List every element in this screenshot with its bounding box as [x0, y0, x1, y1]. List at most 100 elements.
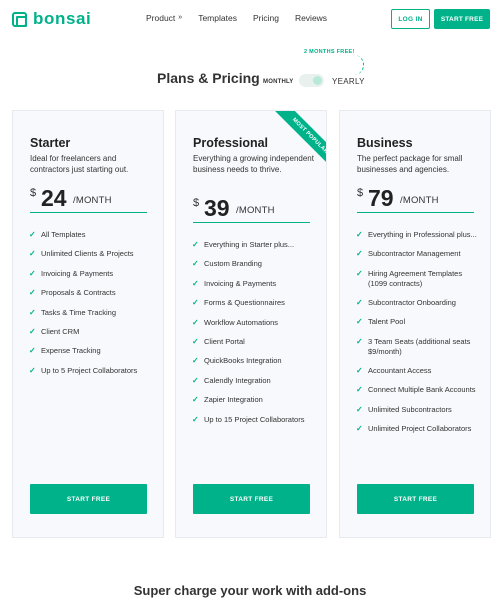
nav-item-reviews[interactable]: Reviews: [295, 13, 327, 23]
chevron-down-icon: »: [178, 13, 183, 21]
price-currency: $: [30, 187, 37, 199]
feature-item: ✓ QuickBooks Integration: [192, 356, 316, 366]
check-icon: ✓: [192, 336, 199, 346]
check-icon: ✓: [192, 356, 199, 366]
check-icon: ✓: [356, 230, 363, 239]
check-icon: ✓: [192, 375, 199, 385]
start-free-button[interactable]: START FREE: [193, 484, 310, 514]
nav-item-product[interactable]: Product »: [146, 13, 182, 23]
start-free-button[interactable]: START FREE: [434, 9, 490, 29]
price-currency: $: [357, 187, 364, 199]
feature-item: ✓ All Templates: [29, 230, 153, 240]
plan-price: $ 79 /MONTH: [357, 185, 474, 213]
nav-item-label: Product: [146, 13, 176, 23]
feature-text: Zapier Integration: [204, 395, 263, 405]
feature-item: ✓ Unlimited Clients & Projects: [29, 249, 153, 259]
plan-description: The perfect package for small businesses…: [357, 154, 463, 174]
billing-toggle[interactable]: [299, 74, 324, 87]
feature-text: Tasks & Time Tracking: [41, 307, 117, 317]
feature-text: Client Portal: [204, 336, 245, 346]
check-icon: ✓: [29, 307, 36, 317]
check-icon: ✓: [356, 365, 363, 375]
toggle-knob: [313, 76, 322, 85]
nav-item-label: Reviews: [294, 13, 328, 23]
feature-item: ✓ Client CRM: [29, 327, 153, 337]
feature-text: Forms & Questionnaires: [204, 298, 285, 308]
nav-item-templates[interactable]: Templates: [198, 13, 237, 23]
check-icon: ✓: [29, 249, 36, 259]
feature-item: ✓ Up to 5 Project Collaborators: [29, 366, 153, 376]
check-icon: ✓: [356, 268, 363, 278]
feature-item: ✓ Invoicing & Payments: [29, 269, 153, 279]
feature-text: Subcontractor Management: [368, 249, 461, 259]
feature-text: Unlimited Subcontractors: [368, 404, 452, 414]
feature-item: ✓ Custom Branding: [192, 259, 316, 269]
start-free-button[interactable]: START FREE: [30, 484, 147, 514]
check-icon: ✓: [356, 404, 363, 414]
check-icon: ✓: [192, 298, 199, 308]
check-icon: ✓: [29, 288, 36, 298]
feature-item: ✓ Subcontractor Onboarding: [356, 298, 480, 308]
plan-price: $ 24 /MONTH: [30, 185, 147, 213]
check-icon: ✓: [29, 268, 36, 278]
nav-item-label: Pricing: [252, 13, 279, 23]
bonsai-logo-icon: [12, 11, 27, 27]
nav-item-label: Templates: [198, 13, 237, 23]
check-icon: ✓: [356, 424, 363, 434]
feature-text: Expense Tracking: [41, 346, 101, 356]
plan-description: Everything a growing independent busines…: [193, 154, 314, 174]
promo-arrow-icon: [352, 55, 364, 75]
start-free-button[interactable]: START FREE: [357, 484, 474, 514]
promo-label: 2 MONTHS FREE!: [304, 49, 355, 55]
check-icon: ✓: [356, 317, 363, 327]
feature-item: ✓ Up to 15 Project Collaborators: [192, 415, 316, 425]
nav-item-pricing[interactable]: Pricing: [253, 13, 279, 23]
check-icon: ✓: [29, 365, 36, 375]
feature-list: ✓ Everything in Starter plus... ✓ Custom B…: [192, 240, 316, 434]
feature-item: ✓ Calendly Integration: [192, 376, 316, 386]
feature-text: 3 Team Seats (additional seats $9/month): [368, 336, 471, 356]
logo[interactable]: bonsai: [12, 9, 91, 29]
price-period: /MONTH: [236, 205, 275, 216]
price-currency: $: [193, 197, 200, 209]
plan-name: Professional: [193, 136, 269, 150]
feature-list: ✓ All Templates ✓ Unlimited Clients & Proj…: [29, 230, 153, 385]
feature-text: Hiring Agreement Templates (1099 contrac…: [368, 268, 463, 288]
feature-text: Up to 5 Project Collaborators: [41, 365, 138, 375]
check-icon: ✓: [192, 278, 199, 288]
login-button[interactable]: LOG IN: [391, 9, 430, 29]
feature-text: Invoicing & Payments: [204, 278, 277, 288]
plan-card-business: Business The perfect package for small b…: [339, 110, 491, 538]
feature-item: ✓ Tasks & Time Tracking: [29, 308, 153, 318]
plan-name: Starter: [30, 136, 71, 150]
plan-card-professional: MOST POPULAR Professional Everything a g…: [175, 110, 327, 538]
main-nav: Product » Templates Pricing Reviews: [146, 13, 343, 23]
feature-item: ✓ Forms & Questionnaires: [192, 298, 316, 308]
feature-item: ✓ Unlimited Subcontractors: [356, 405, 480, 415]
feature-text: Workflow Automations: [204, 317, 279, 327]
feature-item: ✓ Accountant Access: [356, 366, 480, 376]
feature-item: ✓ Everything in Starter plus...: [192, 240, 316, 250]
feature-item: ✓ Zapier Integration: [192, 395, 316, 405]
check-icon: ✓: [192, 395, 199, 405]
feature-text: Everything in Starter plus...: [204, 240, 295, 249]
feature-item: ✓ Invoicing & Payments: [192, 279, 316, 289]
feature-item: ✓ 3 Team Seats (additional seats $9/month…: [356, 337, 480, 357]
addons-heading: Super charge your work with add-ons: [133, 583, 367, 598]
page-title: Plans & Pricing: [157, 70, 260, 86]
feature-item: ✓ Subcontractor Management: [356, 249, 480, 259]
feature-text: Calendly Integration: [204, 375, 271, 385]
plan-card-starter: Starter Ideal for freelancers and contra…: [12, 110, 164, 538]
price-amount: 24: [41, 185, 67, 211]
feature-text: QuickBooks Integration: [204, 356, 282, 366]
feature-text: Proposals & Contracts: [41, 288, 116, 298]
plan-price: $ 39 /MONTH: [193, 195, 310, 223]
feature-text: Invoicing & Payments: [41, 268, 114, 278]
feature-item: ✓ Client Portal: [192, 337, 316, 347]
plan-name: Business: [357, 136, 413, 150]
feature-item: ✓ Unlimited Project Collaborators: [356, 424, 480, 434]
check-icon: ✓: [29, 326, 36, 336]
check-icon: ✓: [192, 317, 199, 327]
feature-item: ✓ Workflow Automations: [192, 318, 316, 328]
feature-item: ✓ Talent Pool: [356, 317, 480, 327]
